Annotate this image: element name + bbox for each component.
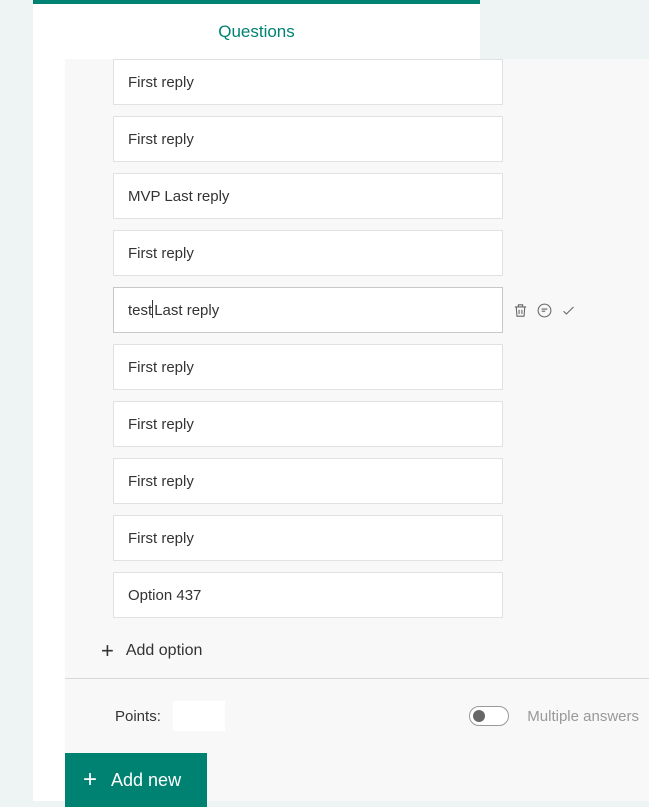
option-input[interactable]: testLast reply [113, 287, 503, 333]
option-row [113, 515, 649, 561]
option-input[interactable] [113, 230, 503, 276]
option-input[interactable] [113, 173, 503, 219]
option-row [113, 59, 649, 105]
option-actions [511, 301, 577, 319]
option-text-prefix: test [128, 302, 152, 319]
option-text-suffix: Last reply [154, 302, 219, 319]
options-list: testLast reply [65, 59, 649, 618]
multiple-answers-toggle[interactable] [469, 706, 509, 726]
comment-icon[interactable] [535, 301, 553, 319]
option-row [113, 116, 649, 162]
option-input[interactable] [113, 59, 503, 105]
option-input[interactable] [113, 116, 503, 162]
add-new-label: Add new [111, 770, 181, 791]
multiple-answers-label: Multiple answers [527, 708, 639, 725]
option-row [113, 173, 649, 219]
option-row [113, 458, 649, 504]
add-option-button[interactable]: + Add option [65, 618, 649, 678]
option-row [113, 230, 649, 276]
plus-icon: + [101, 640, 114, 662]
option-row [113, 401, 649, 447]
option-row: testLast reply [113, 287, 649, 333]
toggle-knob [473, 710, 485, 722]
question-editor: testLast reply + Add option Points: Mult… [65, 59, 649, 801]
text-caret [152, 300, 153, 318]
option-input[interactable] [113, 515, 503, 561]
main-panel: testLast reply + Add option Points: Mult… [33, 59, 649, 801]
option-input[interactable] [113, 572, 503, 618]
option-input[interactable] [113, 344, 503, 390]
option-input[interactable] [113, 401, 503, 447]
add-new-button[interactable]: + Add new [65, 753, 207, 807]
option-row [113, 344, 649, 390]
points-input[interactable] [173, 701, 225, 731]
option-input[interactable] [113, 458, 503, 504]
tab-bar: Questions [33, 0, 480, 59]
trash-icon[interactable] [511, 301, 529, 319]
add-option-label: Add option [126, 642, 203, 660]
option-row [113, 572, 649, 618]
tab-questions[interactable]: Questions [218, 22, 295, 42]
footer-row: Points: Multiple answers [65, 679, 649, 753]
plus-icon: + [83, 768, 97, 792]
points-label: Points: [115, 708, 161, 725]
checkmark-icon[interactable] [559, 301, 577, 319]
